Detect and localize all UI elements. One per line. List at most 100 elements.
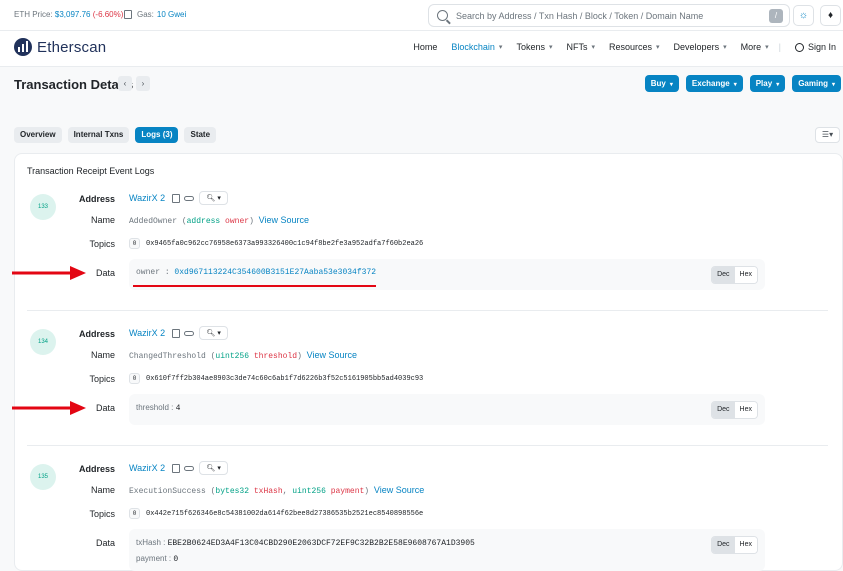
exchange-button[interactable]: Exchange ▾ (685, 75, 743, 92)
contract-link[interactable]: WazirX 2 (129, 328, 165, 338)
annotation-arrow (12, 266, 86, 280)
tx-tabs: Overview Internal Txns Logs (3) State (14, 127, 222, 143)
tab-overview[interactable]: Overview (14, 127, 62, 143)
topic-index-badge: 0 (129, 508, 140, 519)
event-signature: ExecutionSuccess (bytes32 txHash, uint25… (129, 485, 425, 496)
threshold-value: 4 (175, 404, 181, 413)
copy-icon[interactable] (172, 463, 181, 473)
gaming-button[interactable]: Gaming ▾ (792, 75, 841, 92)
page-title: Transaction Details (14, 77, 134, 92)
dec-hex-toggle[interactable]: Dec Hex (711, 536, 758, 554)
topic-row: 0 0x610f7ff2b304ae8903c3de74c60c6ab1f7d6… (129, 373, 423, 384)
chevron-down-icon: ▾ (733, 82, 737, 88)
network-button[interactable]: ♦ (820, 5, 841, 26)
hex-button[interactable]: Hex (734, 537, 757, 553)
chevron-down-icon: ▾ (548, 44, 553, 51)
nav-item-blockchain[interactable]: Blockchain ▾ (451, 42, 502, 52)
data-line: threshold : 4 (136, 403, 181, 413)
gas-price: Gas: 10 Gwei (124, 10, 186, 19)
main-navbar: Etherscan Home Blockchain ▾ Tokens ▾ NFTs ▾… (0, 31, 843, 67)
tab-state[interactable]: State (184, 127, 217, 143)
eth-price-value[interactable]: $3,097.76 (55, 10, 91, 19)
etherscan-logo[interactable]: Etherscan (14, 38, 106, 56)
topic-hash: 0x442e715f626346e8c54381002da614f62bee8d… (146, 509, 424, 518)
log-divider (27, 445, 828, 446)
copy-icon[interactable] (172, 193, 181, 203)
event-signature: ChangedThreshold (uint256 threshold) Vie… (129, 350, 358, 361)
gas-value[interactable]: 10 Gwei (157, 10, 186, 19)
next-tx-button[interactable]: › (136, 76, 150, 91)
tab-logs[interactable]: Logs (3) (135, 127, 179, 143)
link-icon[interactable] (184, 330, 195, 336)
event-signature: AddedOwner (address owner) View Source (129, 215, 310, 226)
topic-index-badge: 0 (129, 373, 140, 384)
data-line: payment : 0 (136, 554, 179, 564)
data-box: txHash : EBE2B0624ED3A4F13C04CBD290E2063… (129, 529, 765, 571)
dec-button[interactable]: Dec (712, 537, 735, 553)
dec-hex-toggle[interactable]: Dec Hex (711, 401, 758, 419)
link-icon[interactable] (184, 195, 195, 201)
data-box: threshold : 4 Dec Hex (129, 394, 765, 425)
view-source-link[interactable]: View Source (307, 350, 357, 360)
tab-internal-txns[interactable]: Internal Txns (67, 127, 130, 143)
eth-price: ETH Price: $3,097.76 (-6.60%) (14, 10, 123, 19)
log-index-badge: 135 (30, 464, 56, 490)
search-bar[interactable]: Search by Address / Txn Hash / Block / T… (428, 4, 790, 27)
contract-link[interactable]: WazirX 2 (129, 463, 165, 473)
theme-toggle-button[interactable]: ☼ (793, 5, 814, 26)
address-label: Address (78, 464, 115, 474)
hex-button[interactable]: Hex (734, 267, 757, 283)
hex-button[interactable]: Hex (734, 402, 757, 418)
chevron-down-icon: ▾ (591, 44, 595, 51)
address-label: Address (78, 194, 115, 204)
topic-hash: 0x9465fa0c962cc76958e6373a993326400c1c94… (146, 239, 424, 248)
payment-value: 0 (173, 555, 179, 564)
prev-tx-button[interactable]: ‹ (118, 76, 132, 91)
nav-item-tokens[interactable]: Tokens ▾ (516, 42, 552, 52)
address-label: Address (78, 329, 115, 339)
owner-address-link[interactable]: 0xd967113224C354600B3151E27Aaba53e3034f3… (174, 268, 376, 277)
log-divider (27, 310, 828, 311)
filter-menu-button[interactable]: ☰▾ (815, 127, 840, 143)
view-source-link[interactable]: View Source (374, 485, 424, 495)
nav-item-nfts[interactable]: NFTs ▾ (566, 42, 595, 52)
nav-item-home[interactable]: Home (413, 42, 437, 52)
view-source-link[interactable]: View Source (259, 215, 309, 225)
list-filter-icon: ☰▾ (821, 130, 834, 139)
name-label: Name (90, 215, 115, 225)
dec-hex-toggle[interactable]: Dec Hex (711, 266, 758, 284)
link-icon[interactable] (184, 465, 195, 471)
search-input[interactable]: Search by Address / Txn Hash / Block / T… (456, 11, 703, 21)
play-button[interactable]: Play ▾ (749, 75, 786, 92)
nav-item-more[interactable]: More ▾ (741, 42, 769, 52)
chevron-down-icon: ▾ (831, 82, 835, 88)
magnifier-icon: 🔍︎ (206, 195, 216, 202)
dec-button[interactable]: Dec (712, 402, 735, 418)
topic-hash: 0x610f7ff2b304ae8903c3de74c60c6ab1f7d622… (146, 374, 424, 383)
zoom-dropdown-button[interactable]: 🔍︎ ▾ (199, 326, 229, 340)
nav-item-resources[interactable]: Resources ▾ (609, 42, 660, 52)
topics-label: Topics (89, 239, 115, 249)
log-index-badge: 133 (30, 194, 56, 220)
logo-text: Etherscan (37, 38, 107, 56)
header-buttons: Buy ▾ Exchange ▾ Play ▾ Gaming ▾ (638, 75, 841, 92)
nav-menu: Home Blockchain ▾ Tokens ▾ NFTs ▾ Resources… (399, 42, 836, 52)
zoom-dropdown-button[interactable]: 🔍︎ ▾ (199, 461, 229, 475)
txhash-value: EBE2B0624ED3A4F13C04CBD290E2063DCF72EF9C… (167, 539, 475, 548)
contract-link[interactable]: WazirX 2 (129, 193, 165, 203)
magnifier-icon: 🔍︎ (206, 465, 216, 472)
sign-in-link[interactable]: Sign In (794, 42, 836, 52)
log-address: WazirX 2 🔍︎ ▾ (129, 461, 229, 475)
search-icon (437, 10, 448, 21)
magnifier-icon: 🔍︎ (206, 330, 216, 337)
nav-item-developers[interactable]: Developers ▾ (674, 42, 727, 52)
dec-button[interactable]: Dec (712, 267, 735, 283)
nav-divider: | (778, 42, 781, 52)
buy-button[interactable]: Buy ▾ (644, 75, 679, 92)
ethereum-icon: ♦ (827, 10, 834, 21)
data-line: txHash : EBE2B0624ED3A4F13C04CBD290E2063… (136, 538, 475, 548)
user-icon (794, 42, 804, 52)
zoom-dropdown-button[interactable]: 🔍︎ ▾ (199, 191, 229, 205)
copy-icon[interactable] (172, 328, 181, 338)
topic-row: 0 0x442e715f626346e8c54381002da614f62bee… (129, 508, 423, 519)
